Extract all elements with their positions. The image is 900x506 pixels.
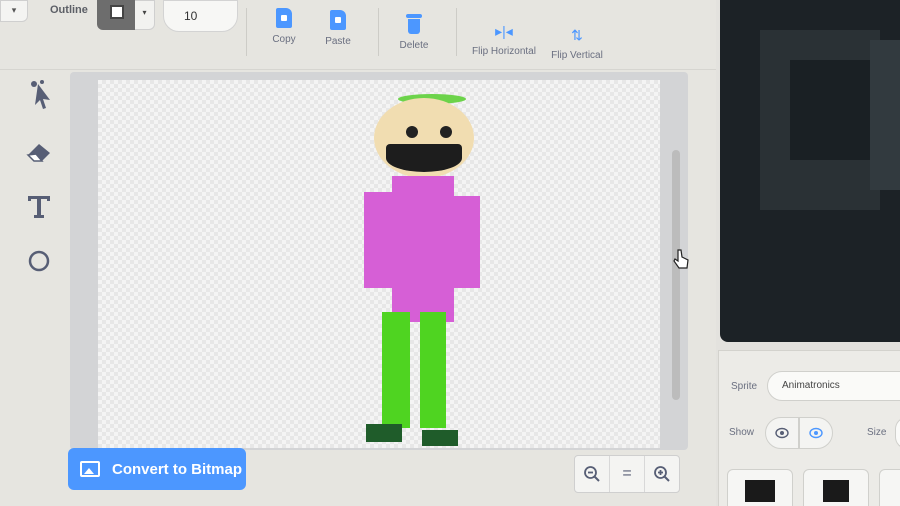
zoom-in-button[interactable]	[645, 456, 679, 492]
paste-label: Paste	[325, 36, 351, 47]
sprite-name-input[interactable]: Animatronics	[767, 371, 900, 401]
image-icon	[80, 461, 100, 477]
sprite-thumbnail[interactable]	[803, 469, 869, 506]
delete-label: Delete	[399, 40, 429, 51]
eraser-icon	[26, 144, 50, 162]
outline-color-swatch[interactable]	[97, 0, 135, 30]
zoom-out-button[interactable]	[575, 456, 610, 492]
size-input[interactable]	[895, 417, 900, 449]
toolbar-divider	[456, 8, 457, 56]
delete-button[interactable]: Delete	[394, 14, 434, 51]
left-leg-shape[interactable]	[382, 312, 410, 428]
eye-slash-icon	[809, 427, 823, 439]
copy-button[interactable]: Copy	[266, 8, 302, 45]
right-leg-shape[interactable]	[420, 312, 446, 428]
paint-editor: ▾ Outline ▾ 10 Copy Paste Delete ▸|◂ Fli…	[0, 0, 716, 506]
show-hidden-toggle[interactable]	[799, 417, 833, 449]
text-tool[interactable]	[24, 190, 62, 228]
zoom-reset-button[interactable]: =	[610, 456, 645, 492]
copy-icon	[276, 8, 292, 28]
mouth-shape[interactable]	[386, 144, 462, 172]
flip-vertical-button[interactable]: ⇅ Flip Vertical	[546, 26, 608, 61]
circle-tool[interactable]	[24, 246, 62, 284]
torso-shape[interactable]	[392, 176, 454, 322]
show-label: Show	[729, 427, 755, 438]
zoom-out-icon	[584, 466, 600, 482]
left-arm-shape[interactable]	[364, 192, 392, 288]
pointer-cursor-icon	[672, 248, 690, 277]
flip-horizontal-label: Flip Horizontal	[472, 46, 536, 57]
sprite-info-panel: Sprite Animatronics Show Size	[718, 350, 900, 506]
right-eye[interactable]	[440, 126, 452, 138]
sprite-thumbnail[interactable]	[727, 469, 793, 506]
text-icon	[28, 196, 50, 218]
convert-label: Convert to Bitmap	[112, 460, 243, 478]
reshape-icon	[31, 80, 50, 109]
sprite-label: Sprite	[731, 381, 758, 392]
stage-preview[interactable]	[720, 0, 900, 342]
thumbnail-image	[823, 480, 849, 502]
trash-icon	[406, 14, 422, 34]
reshape-tool[interactable]	[24, 78, 62, 116]
toolbar-divider	[246, 8, 247, 56]
toolbar-divider	[378, 8, 379, 56]
show-visible-toggle[interactable]	[765, 417, 799, 449]
eye-icon	[775, 427, 789, 439]
convert-to-bitmap-button[interactable]: Convert to Bitmap	[68, 448, 246, 490]
outline-width-input[interactable]: 10	[163, 0, 238, 32]
right-arm-shape[interactable]	[454, 196, 480, 288]
thumbnail-image	[745, 480, 775, 502]
outline-dropdown-arrow[interactable]: ▾	[135, 0, 155, 30]
copy-label: Copy	[272, 34, 296, 45]
outline-swatch-preview	[110, 5, 124, 19]
sprite-thumbnail[interactable]	[879, 469, 900, 506]
circle-icon	[28, 250, 50, 272]
flip-vertical-icon: ⇅	[571, 27, 583, 43]
right-panel: Sprite Animatronics Show Size	[716, 0, 900, 506]
left-shoe-shape[interactable]	[366, 424, 402, 442]
outline-label: Outline	[50, 4, 88, 16]
tool-palette	[24, 78, 64, 298]
app-window: ▾ Outline ▾ 10 Copy Paste Delete ▸|◂ Fli…	[0, 0, 900, 506]
fill-dropdown-arrow[interactable]: ▾	[0, 0, 28, 22]
eraser-tool[interactable]	[24, 136, 62, 174]
zoom-reset-label: =	[622, 465, 632, 482]
left-eye[interactable]	[406, 126, 418, 138]
paste-button[interactable]: Paste	[320, 10, 356, 47]
flip-horizontal-button[interactable]: ▸|◂ Flip Horizontal	[468, 22, 540, 57]
flip-vertical-label: Flip Vertical	[551, 50, 603, 61]
zoom-controls: =	[574, 455, 680, 493]
flip-horizontal-icon: ▸|◂	[495, 23, 513, 39]
paint-toolbar: ▾ Outline ▾ 10 Copy Paste Delete ▸|◂ Fli…	[0, 0, 716, 70]
drawing-canvas[interactable]	[98, 80, 660, 448]
right-shoe-shape[interactable]	[422, 430, 458, 446]
size-label: Size	[867, 427, 887, 438]
zoom-in-icon	[654, 466, 670, 482]
paste-icon	[330, 10, 346, 30]
